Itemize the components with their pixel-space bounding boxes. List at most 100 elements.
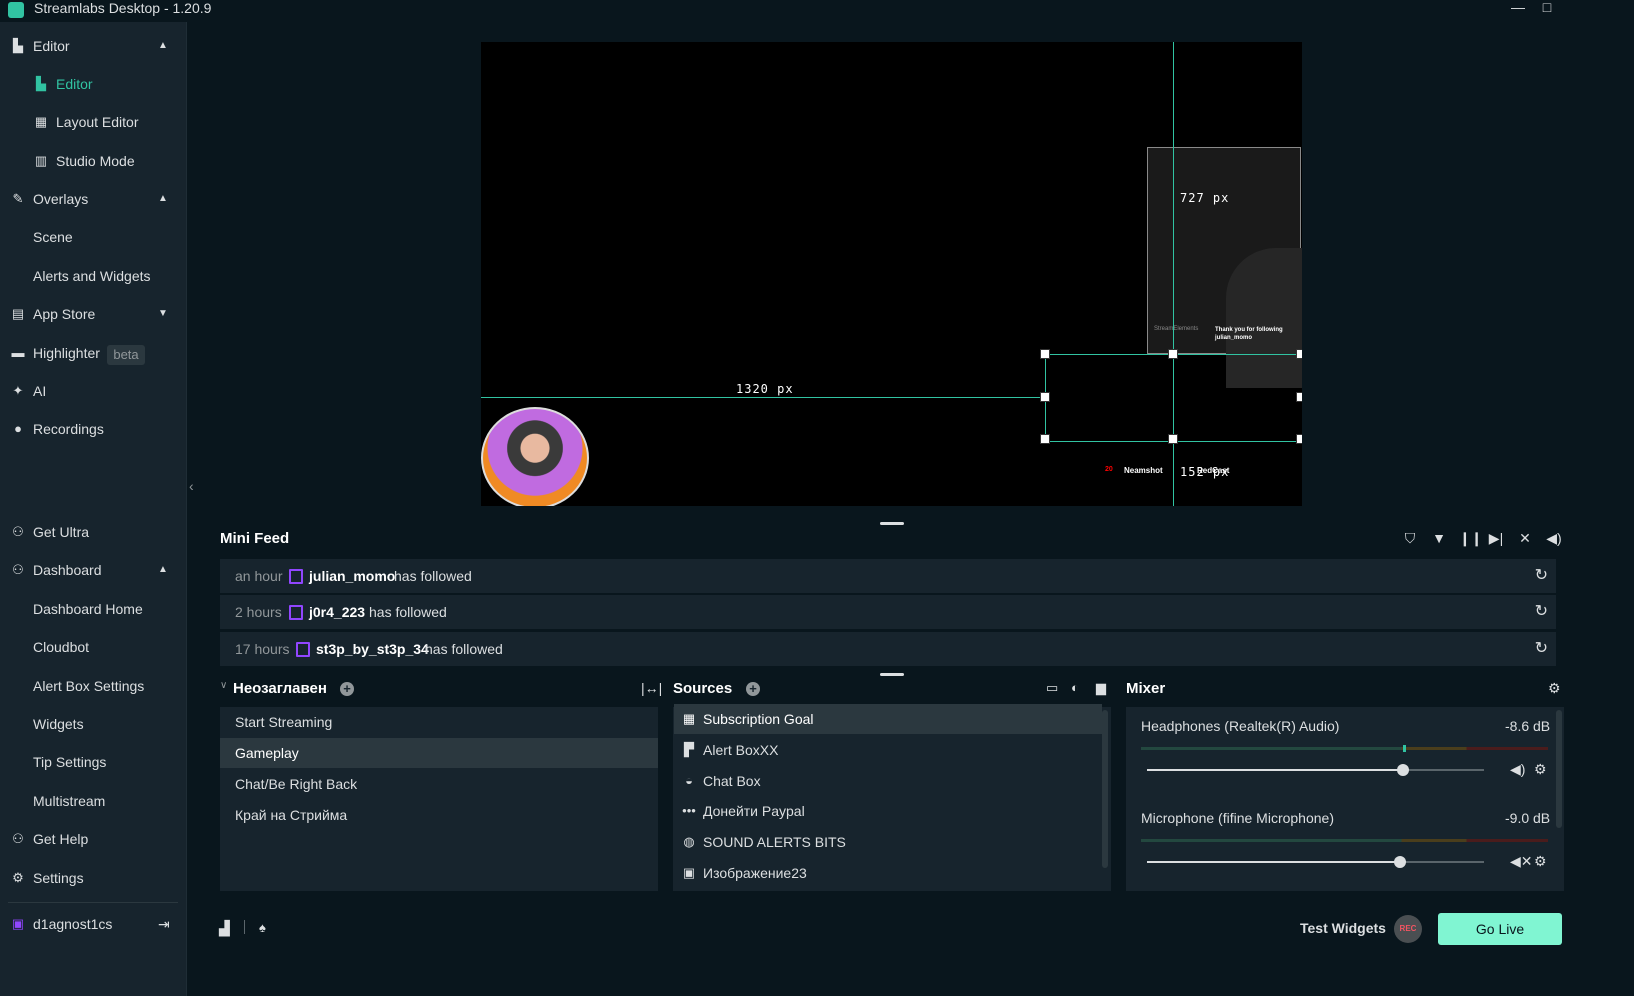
- shield-icon[interactable]: ⛉: [1401, 530, 1419, 547]
- editor-icon: ▙: [36, 76, 46, 91]
- distance-label-bottom: 152 px: [1180, 465, 1230, 479]
- nav-scene[interactable]: Scene: [0, 218, 186, 256]
- alert-user: julian_momo: [1215, 335, 1253, 341]
- scene-item[interactable]: Chat/Be Right Back: [220, 769, 658, 799]
- mixer-scrollbar[interactable]: [1556, 710, 1562, 828]
- selective-recording-icon[interactable]: ▭: [1046, 680, 1058, 696]
- resize-handle[interactable]: [1040, 392, 1050, 402]
- sidebar-separator: [8, 902, 178, 903]
- skip-icon[interactable]: ▶|: [1487, 530, 1505, 547]
- nav-label: Alerts and Widgets: [33, 268, 151, 284]
- nav-layout-editor[interactable]: ▦ Layout Editor: [0, 103, 186, 141]
- volume-slider-knob[interactable]: [1397, 764, 1409, 776]
- scene-item-selected[interactable]: Gameplay: [220, 738, 658, 768]
- nav-ai[interactable]: ✦ AI: [0, 372, 186, 410]
- webcam-avatar[interactable]: [481, 407, 589, 506]
- channel-gear-icon[interactable]: ⚙: [1534, 761, 1547, 778]
- nav-app-store[interactable]: ▤ App Store ▼: [0, 295, 186, 333]
- twitch-icon: [289, 605, 303, 620]
- nav-recordings[interactable]: ● Recordings: [0, 410, 186, 448]
- feed-user: julian_momo: [309, 568, 396, 584]
- resize-handle[interactable]: [1168, 434, 1178, 444]
- speaker-icon[interactable]: ◀): [1510, 761, 1525, 778]
- record-button[interactable]: REC: [1394, 915, 1422, 943]
- add-source-icon[interactable]: +: [746, 682, 760, 696]
- follow-alert-source[interactable]: StreamElements Thank you for following j…: [1147, 147, 1302, 388]
- volume-slider-knob[interactable]: [1394, 856, 1406, 868]
- maximize-button[interactable]: □: [1536, 0, 1558, 16]
- panel-resize-handle[interactable]: [880, 673, 904, 676]
- add-scene-icon[interactable]: +: [340, 682, 354, 696]
- source-item[interactable]: ◒ Chat Box: [674, 766, 1102, 796]
- source-item[interactable]: ▛ Alert BoxXX: [674, 735, 1102, 765]
- pause-icon[interactable]: ❙❙: [1459, 530, 1482, 547]
- resize-handle[interactable]: [1168, 349, 1178, 359]
- feed-action: has followed: [369, 604, 447, 620]
- nav-alert-box-settings[interactable]: Alert Box Settings: [0, 667, 186, 705]
- nav-editor-group[interactable]: ▙ Editor ▲: [0, 27, 186, 65]
- transition-icon[interactable]: |↔|: [641, 680, 662, 696]
- notifications-bell-icon[interactable]: ♠: [259, 920, 266, 935]
- channel-gear-icon[interactable]: ⚙: [1534, 853, 1547, 870]
- scene-item[interactable]: Край на Стрийма: [220, 800, 658, 830]
- replay-icon[interactable]: ↻: [1535, 595, 1548, 629]
- resize-handle[interactable]: [1040, 349, 1050, 359]
- resize-handle[interactable]: [1296, 434, 1302, 444]
- scene-item[interactable]: Start Streaming: [220, 707, 658, 737]
- nav-studio-mode[interactable]: ▥ Studio Mode: [0, 142, 186, 180]
- feed-action: has followed: [425, 641, 503, 657]
- nav-overlays-group[interactable]: ✎ Overlays ▲: [0, 180, 186, 218]
- replay-icon[interactable]: ↻: [1535, 559, 1548, 593]
- nav-alerts-widgets[interactable]: Alerts and Widgets: [0, 257, 186, 295]
- feed-row: 2 hours j0r4_223 has followed ↻: [220, 595, 1556, 629]
- minimize-button[interactable]: —: [1507, 0, 1529, 16]
- scene-label: Start Streaming: [235, 714, 333, 730]
- nav-highlighter[interactable]: ▬ Highlighter: [0, 334, 186, 372]
- nav-cloudbot[interactable]: Cloudbot: [0, 628, 186, 666]
- ultra-icon: ⚇: [12, 524, 24, 539]
- volume-meter: [1141, 747, 1548, 750]
- go-live-button[interactable]: Go Live: [1438, 913, 1562, 945]
- nav-dashboard-home[interactable]: Dashboard Home: [0, 590, 186, 628]
- selected-source-bounds[interactable]: [1045, 354, 1302, 442]
- nav-multistream[interactable]: Multistream: [0, 782, 186, 820]
- source-item-selected[interactable]: ▦ Subscription Goal: [674, 704, 1102, 734]
- nav-editor[interactable]: ▙ Editor: [0, 65, 186, 103]
- replay-icon[interactable]: ↻: [1535, 632, 1548, 666]
- panel-resize-handle[interactable]: [880, 522, 904, 525]
- stream-preview-canvas[interactable]: StreamElements Thank you for following j…: [481, 42, 1302, 506]
- sources-scrollbar[interactable]: [1102, 710, 1108, 868]
- mixer-channel-db: -9.0 dB: [1505, 810, 1551, 826]
- nav-get-help[interactable]: ⚇ Get Help: [0, 820, 186, 858]
- logout-icon[interactable]: ⇥: [158, 906, 170, 942]
- nav-label: Multistream: [33, 793, 106, 809]
- collapse-sidebar-icon[interactable]: ‹: [189, 478, 194, 494]
- resize-handle[interactable]: [1040, 434, 1050, 444]
- nav-get-ultra[interactable]: ⚇ Get Ultra: [0, 513, 186, 551]
- filter-icon[interactable]: ▼: [1430, 530, 1448, 546]
- scene-collection-title[interactable]: Неозаглавен: [233, 680, 327, 697]
- feed-row: 17 hours st3p_by_st3p_34 has followed ↻: [220, 632, 1556, 666]
- nav-label: Layout Editor: [56, 114, 139, 130]
- mute-alerts-icon[interactable]: ✕: [1516, 530, 1534, 547]
- mixer-gear-icon[interactable]: ⚙: [1548, 680, 1561, 697]
- volume-icon[interactable]: ◀): [1545, 530, 1563, 547]
- nav-widgets[interactable]: Widgets: [0, 705, 186, 743]
- nav-dashboard-group[interactable]: ⚇ Dashboard ▲: [0, 551, 186, 589]
- source-item[interactable]: ••• Донейти Paypal: [674, 796, 1102, 826]
- speaker-muted-icon[interactable]: ◀✕: [1510, 853, 1533, 870]
- user-account[interactable]: ▣ d1agnost1cs ⇥: [0, 906, 186, 942]
- performance-stats-icon[interactable]: ▟: [219, 920, 230, 937]
- source-item[interactable]: ◍ SOUND ALERTS BITS: [674, 827, 1102, 857]
- source-item[interactable]: ▣ Изображение23: [674, 858, 1102, 888]
- audio-source-icon[interactable]: ◐: [1071, 680, 1079, 695]
- globe-icon: ◍: [683, 834, 695, 849]
- resize-handle[interactable]: [1296, 392, 1302, 402]
- nav-tip-settings[interactable]: Tip Settings: [0, 743, 186, 781]
- add-folder-icon[interactable]: ▆: [1096, 680, 1106, 696]
- store-icon: ▤: [11, 306, 25, 321]
- collapse-chevron-icon[interactable]: ∨: [220, 680, 227, 691]
- test-widgets-button[interactable]: Test Widgets: [1300, 920, 1386, 936]
- nav-settings[interactable]: ⚙ Settings: [0, 859, 186, 897]
- resize-handle[interactable]: [1296, 349, 1302, 359]
